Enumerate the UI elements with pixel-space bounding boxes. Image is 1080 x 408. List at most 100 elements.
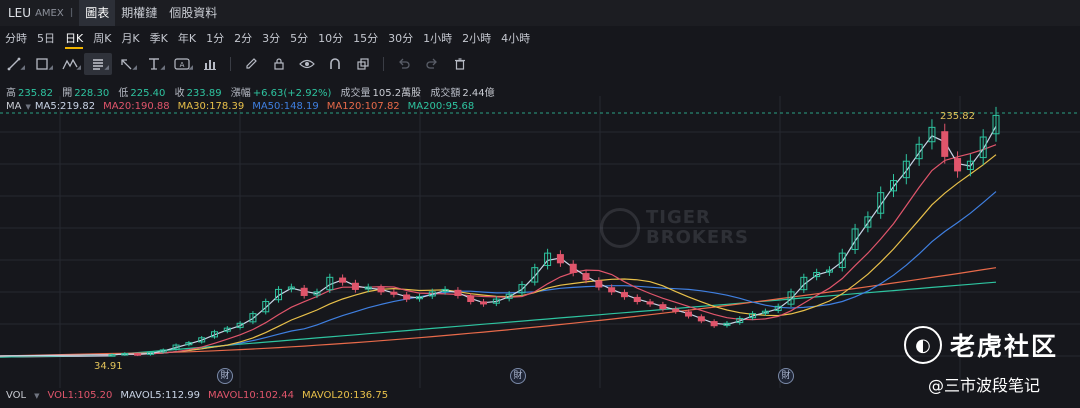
vol-title[interactable]: VOL [6, 390, 26, 401]
candle-body [403, 294, 411, 300]
candle-body [646, 301, 654, 305]
period-intraday[interactable]: 分時 [0, 28, 32, 50]
text-list-icon[interactable]: ◢ [84, 53, 112, 75]
author-handle: @三市波段笔记 [928, 376, 1041, 395]
ticker-symbol: LEU [8, 6, 32, 20]
top-bar: LEU AMEX I 圖表 期權鏈 個股資料 [0, 0, 1080, 26]
candle-body [390, 291, 398, 295]
candle-body [134, 353, 142, 356]
chevron-down-icon[interactable]: ▼ [34, 392, 39, 400]
period-10min[interactable]: 10分 [313, 28, 348, 50]
volume-legend: VOL ▼ VOL1:105.20 MAVOL5:112.99 MAVOL10:… [6, 390, 388, 401]
candle-body [659, 304, 667, 310]
period-monthly[interactable]: 月K [116, 28, 144, 50]
candle-body [454, 289, 462, 296]
ma30-value: MA30:178.39 [177, 101, 245, 112]
ma-legend: MA ▼ MA5:219.82 MA20:190.88 MA30:178.39 … [6, 101, 474, 112]
ticker-info: LEU AMEX I [0, 6, 79, 20]
period-quarterly[interactable]: 季K [145, 28, 173, 50]
tiger-community-brand: ◐ 老虎社区 [904, 326, 1058, 364]
candle-body [467, 295, 475, 303]
candle-body [941, 131, 949, 157]
period-yearly[interactable]: 年K [173, 28, 201, 50]
period-15min[interactable]: 15分 [348, 28, 383, 50]
pattern-tool-icon[interactable]: ◢ [56, 53, 84, 75]
eye-icon[interactable] [293, 53, 321, 75]
period-2min[interactable]: 2分 [229, 28, 257, 50]
ma20-value: MA20:190.88 [103, 101, 170, 112]
candle-body [582, 273, 590, 281]
candle-body [569, 263, 577, 273]
magnet-icon[interactable] [321, 53, 349, 75]
period-1hour[interactable]: 1小時 [418, 28, 457, 50]
trash-icon[interactable] [446, 53, 474, 75]
brand-name: 老虎社区 [950, 332, 1059, 361]
earnings-marker-icon[interactable]: 財 [778, 368, 794, 384]
candle-body [339, 277, 347, 283]
candle-body [633, 296, 641, 303]
ma-title[interactable]: MA [6, 101, 21, 112]
candle-body [556, 254, 564, 264]
candle-body [954, 158, 962, 172]
vol1-value: VOL1:105.20 [47, 390, 113, 401]
watermark-line2: BROKERS [646, 227, 749, 248]
candle-body [685, 311, 693, 317]
watermark-line1: TIGER [646, 207, 711, 228]
ma50-value: MA50:148.19 [252, 101, 319, 112]
candle-body [697, 316, 705, 322]
exchange-label: AMEX [35, 7, 64, 19]
period-5day[interactable]: 5日 [32, 28, 60, 50]
tiger-brokers-watermark: TIGER BROKERS [600, 205, 770, 251]
period-1min[interactable]: 1分 [201, 28, 229, 50]
ma120-line [0, 267, 997, 357]
toolbar-divider [383, 57, 384, 71]
earnings-marker-icon[interactable]: 財 [217, 368, 233, 384]
candle-body [710, 321, 718, 327]
period-weekly[interactable]: 周K [88, 28, 116, 50]
period-5min[interactable]: 5分 [285, 28, 313, 50]
last-price-label: 235.82 [940, 111, 975, 122]
period-3min[interactable]: 3分 [257, 28, 285, 50]
period-selector: 分時 5日 日K 周K 月K 季K 年K 1分 2分 3分 5分 10分 15分… [0, 28, 535, 50]
earnings-marker-icon[interactable]: 財 [510, 368, 526, 384]
drawing-toolbar: ◢ ◢ ◢ ◢ ◢ ◢ A ◢ [0, 52, 474, 76]
period-30min[interactable]: 30分 [383, 28, 418, 50]
candle-body [351, 282, 359, 290]
measure-tool-icon[interactable] [196, 53, 224, 75]
line-tool-icon[interactable]: ◢ [0, 53, 28, 75]
copy-icon[interactable] [349, 53, 377, 75]
ma5-value: MA5:219.82 [34, 101, 96, 112]
lock-icon[interactable] [265, 53, 293, 75]
mavol20-value: MAVOL20:136.75 [302, 390, 389, 401]
text-tool-icon[interactable]: ◢ [140, 53, 168, 75]
chevron-down-icon[interactable]: ▼ [25, 103, 30, 111]
tiger-logo-icon [600, 208, 640, 248]
pencil-icon[interactable] [237, 53, 265, 75]
candle-body [377, 287, 385, 293]
arrow-tool-icon[interactable]: ◢ [112, 53, 140, 75]
candle-body [595, 280, 603, 288]
redo-icon[interactable] [418, 53, 446, 75]
tab-stock-info[interactable]: 個股資料 [163, 0, 223, 26]
svg-text:A: A [180, 61, 185, 69]
toolbar-divider [230, 57, 231, 71]
candle-body [620, 292, 628, 298]
mavol5-value: MAVOL5:112.99 [120, 390, 201, 401]
period-daily[interactable]: 日K [60, 28, 88, 50]
ma5-line [0, 125, 997, 357]
candle-body [480, 301, 488, 305]
ma200-value: MA200:95.68 [407, 101, 475, 112]
ma120-value: MA120:107.82 [326, 101, 400, 112]
tiger-logo-icon: ◐ [904, 326, 942, 364]
tab-options-chain[interactable]: 期權鏈 [115, 0, 163, 26]
candle-body [300, 287, 308, 296]
label-tool-icon[interactable]: A ◢ [168, 53, 196, 75]
tab-chart[interactable]: 圖表 [79, 0, 116, 26]
mavol10-value: MAVOL10:102.44 [208, 390, 295, 401]
candle-body [608, 287, 616, 293]
rect-tool-icon[interactable]: ◢ [28, 53, 56, 75]
candle-body [672, 308, 680, 312]
undo-icon[interactable] [390, 53, 418, 75]
period-2hour[interactable]: 2小時 [457, 28, 496, 50]
period-4hour[interactable]: 4小時 [496, 28, 535, 50]
